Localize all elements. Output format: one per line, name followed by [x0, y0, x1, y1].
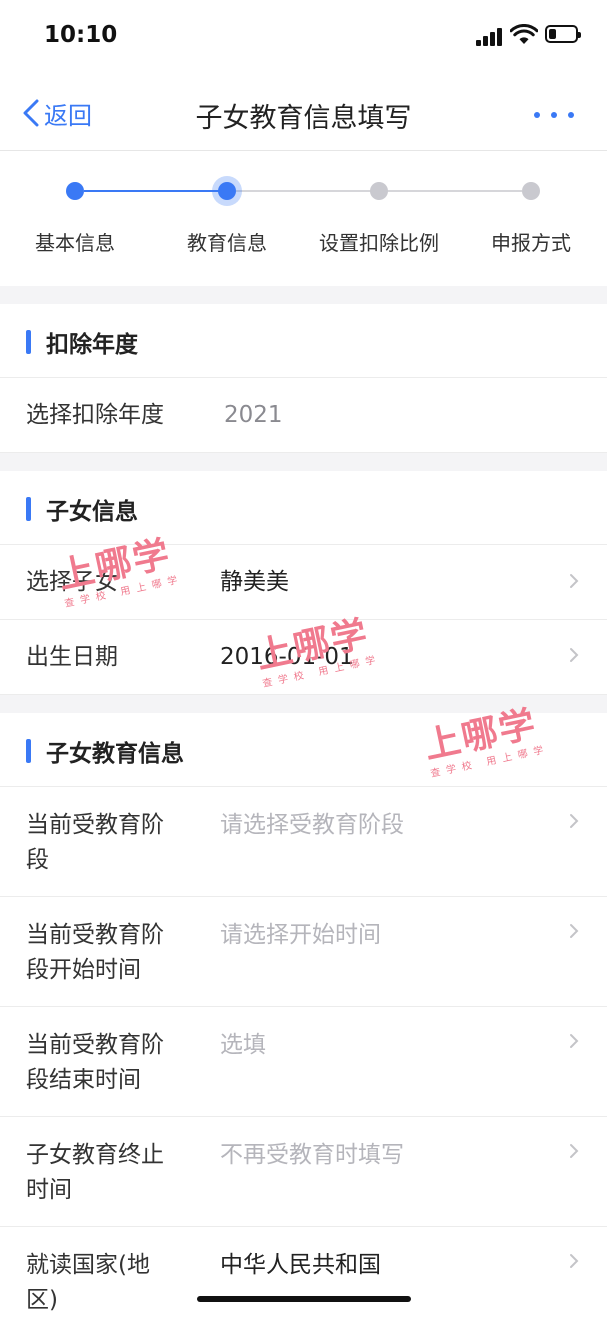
home-indicator[interactable]	[197, 1296, 411, 1302]
section-header-deduction-year: 扣除年度	[0, 305, 607, 378]
step-progress: 基本信息 教育信息 设置扣除比例 申报方式	[0, 151, 607, 285]
row-label-line1: 当前受教育阶	[26, 812, 164, 838]
row-label-line2: 段	[26, 847, 49, 873]
section-marker	[26, 497, 31, 521]
birth-date-value: 2016-01-01	[220, 644, 354, 670]
chevron-right-icon	[570, 574, 579, 588]
chevron-right-icon	[570, 1034, 579, 1048]
step-dot-basic-info	[66, 182, 84, 200]
row-label: 选择子女	[26, 569, 118, 595]
study-country-value: 中华人民共和国	[220, 1252, 381, 1278]
step-dot-deduction-ratio	[370, 182, 388, 200]
deduction-year-row[interactable]: 选择扣除年度 2021	[0, 378, 607, 453]
status-time: 10:10	[44, 22, 118, 48]
stage-start-time-row[interactable]: 当前受教育阶 段开始时间 请选择开始时间	[0, 897, 607, 1007]
section-title: 子女信息	[46, 499, 138, 525]
education-end-time-row[interactable]: 子女教育终止 时间 不再受教育时填写	[0, 1117, 607, 1227]
wifi-icon	[510, 24, 538, 44]
step-line-completed	[84, 190, 220, 192]
chevron-right-icon	[570, 814, 579, 828]
status-bar: 10:10	[0, 0, 607, 76]
row-label: 出生日期	[26, 644, 118, 670]
nav-bar: 返回 子女教育信息填写	[0, 76, 607, 151]
row-label-line1: 子女教育终止	[26, 1142, 164, 1168]
chevron-right-icon	[570, 1144, 579, 1158]
chevron-right-icon	[570, 648, 579, 662]
row-label-line1: 当前受教育阶	[26, 1032, 164, 1058]
stage-start-time-placeholder: 请选择开始时间	[220, 922, 381, 948]
study-country-row[interactable]: 就读国家(地 区) 中华人民共和国	[0, 1227, 607, 1316]
birth-date-row[interactable]: 出生日期 2016-01-01	[0, 620, 607, 695]
section-divider	[0, 453, 607, 471]
row-label-line2: 区)	[26, 1287, 58, 1313]
education-stage-placeholder: 请选择受教育阶段	[220, 812, 404, 838]
child-name-value: 静美美	[220, 569, 289, 595]
section-title: 扣除年度	[46, 332, 138, 358]
cellular-signal-icon	[476, 27, 502, 46]
deduction-year-value: 2021	[224, 402, 283, 428]
chevron-left-icon	[23, 99, 39, 127]
section-marker	[26, 330, 31, 354]
section-header-child-education: 子女教育信息	[0, 714, 607, 787]
chevron-right-icon	[570, 924, 579, 938]
back-label: 返回	[44, 101, 92, 130]
row-label: 选择扣除年度	[26, 402, 164, 428]
education-stage-row[interactable]: 当前受教育阶 段 请选择受教育阶段	[0, 787, 607, 897]
row-label-line2: 段开始时间	[26, 957, 141, 983]
step-dot-education-info	[218, 182, 236, 200]
more-options-icon[interactable]	[534, 108, 574, 122]
row-label-line1: 当前受教育阶	[26, 922, 164, 948]
section-divider	[0, 695, 607, 713]
chevron-right-icon	[570, 1254, 579, 1268]
education-end-time-placeholder: 不再受教育时填写	[220, 1142, 404, 1168]
back-button[interactable]: 返回	[22, 96, 92, 130]
section-title: 子女教育信息	[46, 741, 184, 767]
stage-end-time-placeholder: 选填	[220, 1032, 266, 1058]
row-label-line2: 段结束时间	[26, 1067, 141, 1093]
row-label-line1: 就读国家(地	[26, 1252, 150, 1278]
section-marker	[26, 739, 31, 763]
step-label-declaration-method: 申报方式	[491, 231, 571, 255]
select-child-row[interactable]: 选择子女 静美美	[0, 545, 607, 620]
battery-icon	[545, 25, 581, 43]
row-label-line2: 时间	[26, 1177, 72, 1203]
section-header-child-info: 子女信息	[0, 472, 607, 545]
section-divider	[0, 286, 607, 304]
stage-end-time-row[interactable]: 当前受教育阶 段结束时间 选填	[0, 1007, 607, 1117]
step-dot-declaration-method	[522, 182, 540, 200]
